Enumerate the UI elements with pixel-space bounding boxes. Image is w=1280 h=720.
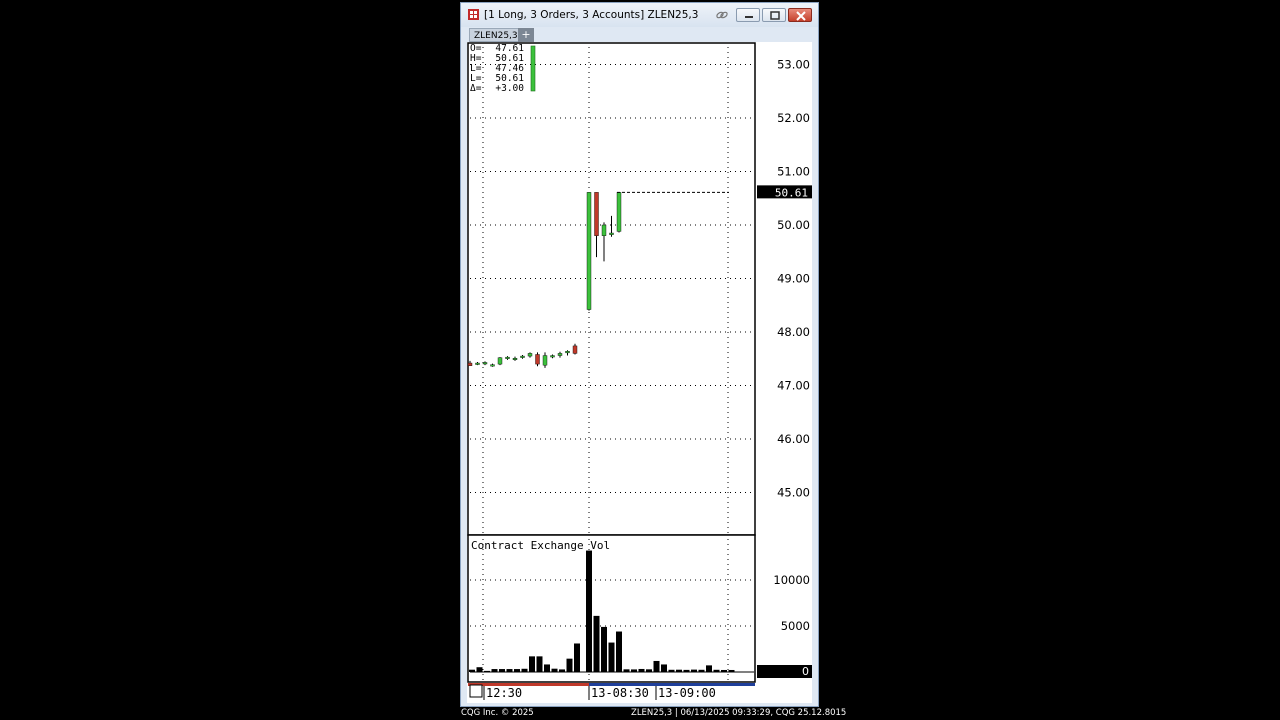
close-icon [796, 11, 806, 21]
volume-bar [653, 660, 660, 672]
volume-axis: 10000 5000 [773, 573, 810, 633]
candle-up [475, 362, 480, 365]
candle-up [542, 355, 548, 366]
time-label-1230: 12:30 [486, 686, 522, 700]
price-tick-label: 45.00 [777, 486, 810, 500]
price-tick-label: 53.00 [777, 58, 810, 72]
candle-down [467, 362, 473, 366]
cqg-app-icon [468, 9, 479, 20]
time-label-0830: 13-08:30 [591, 686, 649, 700]
maximize-button[interactable] [762, 8, 786, 22]
add-tab-button[interactable]: + [518, 28, 534, 42]
candle-up [586, 192, 592, 310]
candle-up [520, 355, 525, 358]
candle-up [512, 358, 518, 360]
candle-up [550, 355, 555, 358]
link-icon[interactable] [712, 8, 732, 22]
status-info: ZLEN25,3 | 06/13/2025 09:33:29, CQG 25.1… [631, 708, 847, 718]
candle-up [482, 362, 488, 365]
price-tick-label: 52.00 [777, 111, 810, 125]
volume-bar [529, 656, 535, 672]
tab-bar: ZLEN25,3 + [465, 27, 814, 43]
price-tick-label: 46.00 [777, 432, 810, 446]
candle-up [527, 353, 533, 357]
volume-tick-label: 5000 [781, 619, 810, 633]
price-tick-label: 51.00 [777, 165, 810, 179]
volume-bar [661, 664, 667, 672]
time-axis-checkbox[interactable] [469, 684, 483, 698]
candle-up [557, 353, 563, 356]
volume-panel-title: Contract Exchange Vol [471, 539, 610, 552]
candle-up [505, 356, 510, 359]
price-panel-frame [467, 42, 756, 536]
candle-up [565, 351, 570, 354]
close-button[interactable] [788, 8, 812, 22]
volume-bar [586, 550, 592, 672]
volume-bar [566, 658, 573, 672]
minimize-icon [745, 16, 753, 18]
candle-up [490, 364, 495, 367]
volume-bar [476, 667, 483, 672]
volume-bar [601, 626, 607, 672]
volume-bar [616, 631, 622, 672]
volume-tick-label: 10000 [773, 573, 810, 587]
volume-bar [706, 665, 712, 672]
candle-up [601, 224, 607, 236]
ohlc-info-box: O= 47.61 H= 50.61 L= 47.46 L= 50.61 Δ= +… [470, 43, 524, 94]
price-axis: 53.00 52.00 51.00 50.00 49.00 48.00 47.00 46.00… [777, 58, 810, 500]
candle-up [616, 192, 622, 232]
time-label-0900: 13-09:00 [658, 686, 716, 700]
price-tick-label: 47.00 [777, 379, 810, 393]
title-bar[interactable]: [1 Long, 3 Orders, 3 Accounts] ZLEN25,3 [461, 3, 818, 27]
status-copyright: CQG Inc. © 2025 [461, 708, 534, 718]
info-label-change: Δ= [470, 83, 482, 94]
price-tick-label: 48.00 [777, 325, 810, 339]
volume-bar [536, 656, 543, 672]
daily-range-bar [530, 45, 536, 92]
window-title: [1 Long, 3 Orders, 3 Accounts] ZLEN25,3 [484, 9, 699, 21]
candle-down [535, 354, 540, 365]
candle-up [497, 357, 503, 365]
volume-bar [593, 615, 600, 672]
candle-down [572, 345, 578, 354]
info-value-change: +3.00 [495, 83, 524, 94]
price-tick-label: 50.00 [777, 218, 810, 232]
minimize-button[interactable] [736, 8, 760, 22]
candle-down [594, 192, 599, 236]
volume-tick-0: 0 [802, 665, 809, 678]
price-tick-label: 49.00 [777, 272, 810, 286]
volume-bar [608, 642, 615, 672]
candle-up [609, 232, 614, 235]
price-chart[interactable]: 53.00 52.00 51.00 50.00 49.00 48.00 47.00 46.00… [467, 42, 812, 703]
maximize-icon [770, 11, 780, 20]
volume-bar [574, 643, 580, 672]
tab-zlen25[interactable]: ZLEN25,3 [469, 28, 523, 42]
volume-bar [544, 664, 550, 672]
last-price-label: 50.61 [775, 186, 808, 199]
